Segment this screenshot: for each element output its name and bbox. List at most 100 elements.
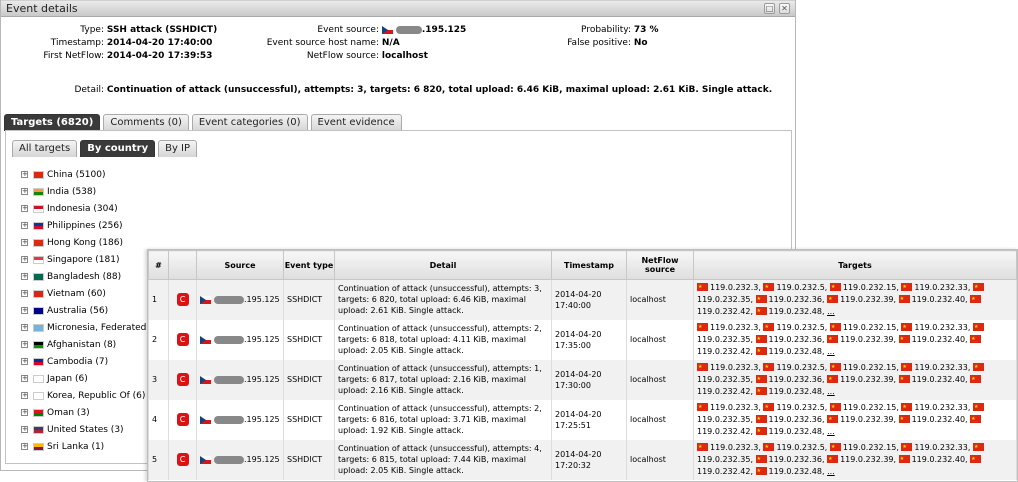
- target-ip[interactable]: 119.0.232.39,: [840, 335, 896, 344]
- expand-icon[interactable]: +: [21, 171, 28, 178]
- tab-targets[interactable]: Targets (6820): [4, 114, 101, 131]
- target-ip[interactable]: 119.0.232.35,: [697, 415, 753, 424]
- expand-icon[interactable]: +: [21, 358, 28, 365]
- country-tree-item[interactable]: + Singapore (181): [21, 251, 155, 268]
- col-header-detail[interactable]: Detail: [334, 250, 552, 280]
- target-ip[interactable]: 119.0.232.36,: [769, 375, 825, 384]
- target-ip[interactable]: 119.0.232.39,: [840, 455, 896, 464]
- target-ip[interactable]: 119.0.232.33,: [914, 323, 970, 332]
- target-ip[interactable]: 119.0.232.42,: [697, 387, 753, 396]
- target-ip[interactable]: 119.0.232.39,: [840, 415, 896, 424]
- target-ip[interactable]: 119.0.232.40,: [912, 415, 968, 424]
- table-row[interactable]: 1 C .195.125 SSHDICT Continuation of attack …: [148, 279, 1017, 320]
- expand-icon[interactable]: +: [21, 222, 28, 229]
- target-ip[interactable]: 119.0.232.15,: [843, 283, 899, 292]
- col-header-number[interactable]: #: [148, 250, 169, 280]
- expand-icon[interactable]: +: [21, 443, 28, 450]
- target-ip[interactable]: 119.0.232.33,: [914, 403, 970, 412]
- source-ip[interactable]: .195.125: [244, 415, 280, 424]
- expand-icon[interactable]: +: [21, 205, 28, 212]
- col-header-targets[interactable]: Targets: [693, 250, 1017, 280]
- expand-icon[interactable]: +: [21, 375, 28, 382]
- country-tree-item[interactable]: + Hong Kong (186): [21, 234, 155, 251]
- source-ip[interactable]: .195.125: [244, 455, 280, 464]
- target-ip[interactable]: 119.0.232.3,: [710, 283, 761, 292]
- tab-all-targets[interactable]: All targets: [12, 140, 78, 157]
- target-ip[interactable]: 119.0.232.5,: [776, 363, 827, 372]
- target-ip[interactable]: 119.0.232.42,: [697, 467, 753, 476]
- col-header-timestamp[interactable]: Timestamp: [551, 250, 627, 280]
- country-tree-item[interactable]: + United States (3): [21, 421, 155, 438]
- target-ip[interactable]: 119.0.232.48,: [769, 307, 825, 316]
- close-icon[interactable]: ✕: [779, 3, 790, 14]
- target-ip[interactable]: 119.0.232.15,: [843, 443, 899, 452]
- expand-icon[interactable]: +: [21, 341, 28, 348]
- expand-icon[interactable]: +: [21, 409, 28, 416]
- expand-icon[interactable]: +: [21, 188, 28, 195]
- country-tree-item[interactable]: + Bangladesh (88): [21, 268, 155, 285]
- target-ip[interactable]: 119.0.232.33,: [914, 283, 970, 292]
- target-ip[interactable]: 119.0.232.36,: [769, 335, 825, 344]
- country-tree-item[interactable]: + China (5100): [21, 166, 155, 183]
- target-ip[interactable]: 119.0.232.3,: [710, 363, 761, 372]
- target-ip[interactable]: 119.0.232.40,: [912, 335, 968, 344]
- table-row[interactable]: 4 C .195.125 SSHDICT Continuation of attack …: [148, 399, 1017, 440]
- target-ip[interactable]: 119.0.232.42,: [697, 427, 753, 436]
- source-ip[interactable]: .195.125: [244, 375, 280, 384]
- target-ip[interactable]: 119.0.232.40,: [912, 375, 968, 384]
- maximize-icon[interactable]: □: [764, 3, 775, 14]
- target-ip[interactable]: 119.0.232.35,: [697, 455, 753, 464]
- expand-icon[interactable]: +: [21, 290, 28, 297]
- expand-icon[interactable]: +: [21, 273, 28, 280]
- event-source-value[interactable]: .195.125: [422, 25, 466, 35]
- target-ip[interactable]: 119.0.232.36,: [769, 295, 825, 304]
- more-targets-link[interactable]: ...: [827, 347, 835, 356]
- country-tree-item[interactable]: + Australia (56): [21, 302, 155, 319]
- target-ip[interactable]: 119.0.232.33,: [914, 363, 970, 372]
- target-ip[interactable]: 119.0.232.48,: [769, 347, 825, 356]
- target-ip[interactable]: 119.0.232.3,: [710, 443, 761, 452]
- table-row[interactable]: 3 C .195.125 SSHDICT Continuation of attack …: [148, 359, 1017, 400]
- source-ip[interactable]: .195.125: [244, 295, 280, 304]
- target-ip[interactable]: 119.0.232.15,: [843, 363, 899, 372]
- target-ip[interactable]: 119.0.232.35,: [697, 335, 753, 344]
- country-tree-item[interactable]: + India (538): [21, 183, 155, 200]
- expand-icon[interactable]: +: [21, 307, 28, 314]
- expand-icon[interactable]: +: [21, 324, 28, 331]
- country-tree-item[interactable]: + Cambodia (7): [21, 353, 155, 370]
- target-ip[interactable]: 119.0.232.5,: [776, 403, 827, 412]
- more-targets-link[interactable]: ...: [827, 307, 835, 316]
- target-ip[interactable]: 119.0.232.48,: [769, 467, 825, 476]
- target-ip[interactable]: 119.0.232.5,: [776, 283, 827, 292]
- col-header-netflow-source[interactable]: NetFlow source: [626, 250, 694, 280]
- tab-by-country[interactable]: By country: [80, 140, 156, 157]
- target-ip[interactable]: 119.0.232.39,: [840, 375, 896, 384]
- target-ip[interactable]: 119.0.232.5,: [776, 443, 827, 452]
- country-tree-item[interactable]: + Oman (3): [21, 404, 155, 421]
- target-ip[interactable]: 119.0.232.35,: [697, 375, 753, 384]
- more-targets-link[interactable]: ...: [827, 387, 835, 396]
- country-tree-item[interactable]: + Korea, Republic Of (6): [21, 387, 155, 404]
- target-ip[interactable]: 119.0.232.15,: [843, 403, 899, 412]
- target-ip[interactable]: 119.0.232.3,: [710, 403, 761, 412]
- target-ip[interactable]: 119.0.232.42,: [697, 307, 753, 316]
- country-tree-item[interactable]: + Micronesia, Federated S: [21, 319, 155, 336]
- target-ip[interactable]: 119.0.232.39,: [840, 295, 896, 304]
- target-ip[interactable]: 119.0.232.40,: [912, 295, 968, 304]
- country-tree-item[interactable]: + Afghanistan (8): [21, 336, 155, 353]
- target-ip[interactable]: 119.0.232.42,: [697, 347, 753, 356]
- target-ip[interactable]: 119.0.232.48,: [769, 427, 825, 436]
- tab-event-evidence[interactable]: Event evidence: [310, 114, 402, 131]
- country-tree-item[interactable]: + Sri Lanka (1): [21, 438, 155, 455]
- country-tree-item[interactable]: + Philippines (256): [21, 217, 155, 234]
- table-row[interactable]: 5 C .195.125 SSHDICT Continuation of attack …: [148, 439, 1017, 480]
- target-ip[interactable]: 119.0.232.48,: [769, 387, 825, 396]
- tab-by-ip[interactable]: By IP: [158, 140, 198, 157]
- expand-icon[interactable]: +: [21, 239, 28, 246]
- more-targets-link[interactable]: ...: [827, 427, 835, 436]
- expand-icon[interactable]: +: [21, 256, 28, 263]
- target-ip[interactable]: 119.0.232.40,: [912, 455, 968, 464]
- target-ip[interactable]: 119.0.232.15,: [843, 323, 899, 332]
- target-ip[interactable]: 119.0.232.36,: [769, 455, 825, 464]
- more-targets-link[interactable]: ...: [827, 467, 835, 476]
